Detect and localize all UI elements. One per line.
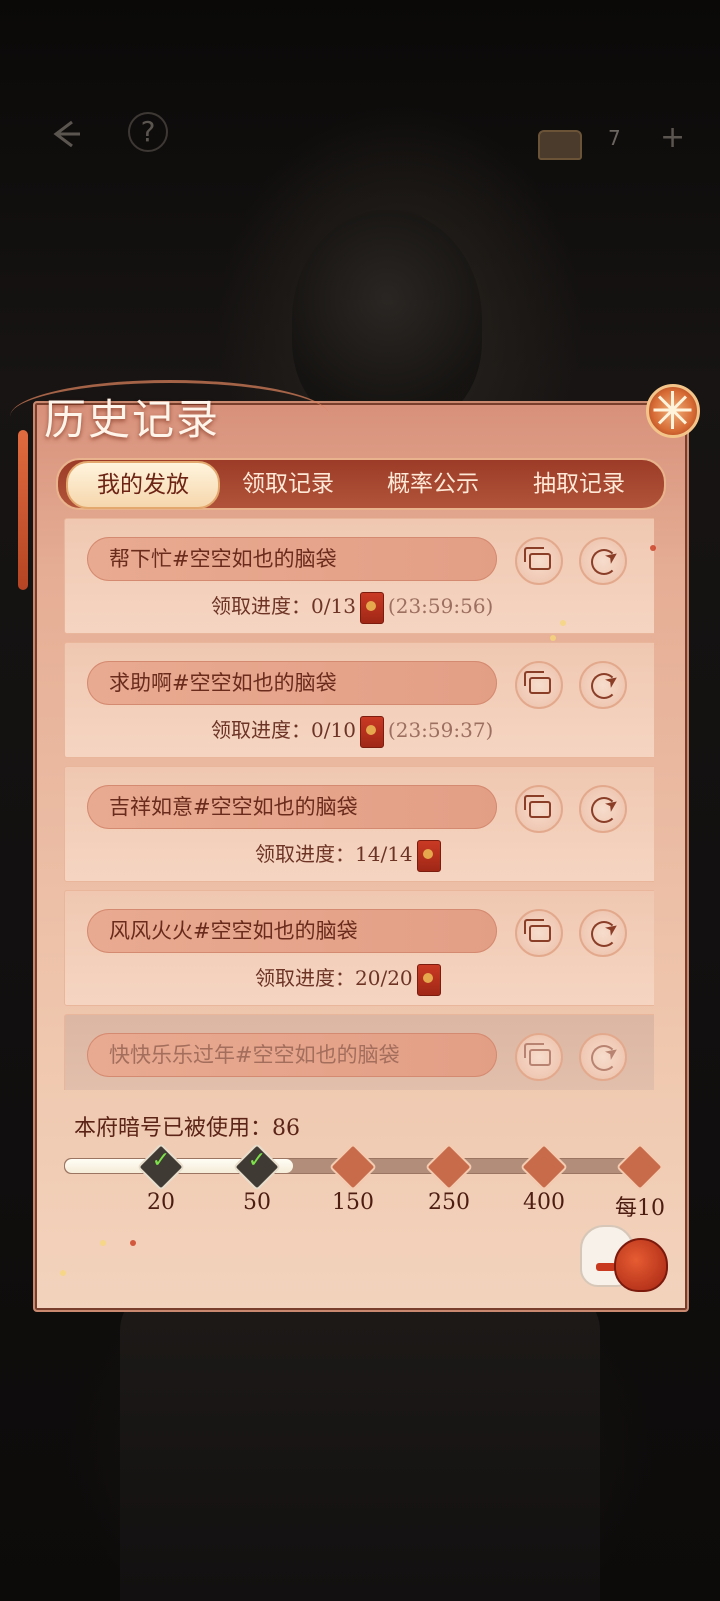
panel-title: 历史记录 xyxy=(44,395,221,444)
red-packet-icon xyxy=(359,715,384,748)
character-silhouette xyxy=(292,210,482,430)
milestone-label: 每10 xyxy=(615,1196,665,1221)
petal-decoration xyxy=(130,1240,136,1246)
petal-decoration xyxy=(650,545,656,551)
record-list[interactable]: 帮下忙#空空如也的脑袋 ➤ 领取进度：0/13 (23:59:56) 求助啊#空空… xyxy=(64,518,654,1090)
copy-button[interactable] xyxy=(515,785,563,833)
add-currency-button[interactable]: + xyxy=(660,120,685,155)
tab-my-distribution[interactable]: 我的发放 xyxy=(66,461,220,509)
copy-icon xyxy=(524,919,551,942)
claim-progress: 领取进度：0/10 (23:59:37) xyxy=(211,713,493,748)
share-button[interactable]: ➤ xyxy=(579,661,627,709)
copy-icon xyxy=(524,795,551,818)
back-arrow-icon[interactable] xyxy=(44,112,88,156)
red-packet-icon xyxy=(416,963,441,996)
share-button[interactable]: ➤ xyxy=(579,909,627,957)
copy-icon xyxy=(524,671,551,694)
check-icon: ✓ xyxy=(151,1148,171,1173)
sparkle-decoration xyxy=(550,635,556,641)
sparkle-decoration xyxy=(60,1270,66,1276)
top-bar: ? 7 + xyxy=(0,100,720,170)
tab-draw-records[interactable]: 抽取记录 xyxy=(504,460,654,508)
milestone-label: 50 xyxy=(243,1190,271,1215)
share-button[interactable]: ➤ xyxy=(579,537,627,585)
record-title: 求助啊#空空如也的脑袋 xyxy=(87,661,497,705)
money-bag-icon xyxy=(614,1238,668,1292)
record-item: 吉祥如意#空空如也的脑袋 ➤ 领取进度：14/14 xyxy=(64,766,654,882)
ribbon-tail-decoration xyxy=(18,430,28,590)
currency-count: 7 xyxy=(608,126,621,150)
character-robe xyxy=(120,1290,600,1601)
tab-bar: 我的发放 领取记录 概率公示 抽取记录 xyxy=(56,458,666,510)
tab-claim-records[interactable]: 领取记录 xyxy=(218,460,358,508)
claim-progress: 领取进度：14/14 xyxy=(255,837,445,872)
copy-icon xyxy=(524,1043,551,1066)
record-item: 快快乐乐过年#空空如也的脑袋 ➤ xyxy=(64,1014,654,1090)
record-title: 风风火火#空空如也的脑袋 xyxy=(87,909,497,953)
record-title: 吉祥如意#空空如也的脑袋 xyxy=(87,785,497,829)
sparkle-decoration xyxy=(100,1240,106,1246)
fan-close-icon[interactable] xyxy=(646,384,700,438)
copy-icon xyxy=(524,547,551,570)
copy-button[interactable] xyxy=(515,1033,563,1081)
treasure-chest-icon xyxy=(538,130,582,160)
record-item: 求助啊#空空如也的脑袋 ➤ 领取进度：0/10 (23:59:37) xyxy=(64,642,654,758)
red-packet-icon xyxy=(416,839,441,872)
share-button[interactable]: ➤ xyxy=(579,785,627,833)
record-title: 帮下忙#空空如也的脑袋 xyxy=(87,537,497,581)
milestone-label: 400 xyxy=(523,1190,565,1215)
copy-button[interactable] xyxy=(515,537,563,585)
sparkle-decoration xyxy=(560,620,566,626)
record-item: 风风火火#空空如也的脑袋 ➤ 领取进度：20/20 xyxy=(64,890,654,1006)
help-button[interactable]: ? xyxy=(128,112,168,152)
milestone-label: 250 xyxy=(428,1190,470,1215)
red-packet-icon xyxy=(359,591,384,624)
share-button[interactable]: ➤ xyxy=(579,1033,627,1081)
tab-probability[interactable]: 概率公示 xyxy=(358,460,508,508)
claim-progress: 领取进度：0/13 (23:59:56) xyxy=(211,589,493,624)
milestone-label: 20 xyxy=(147,1190,175,1215)
check-icon: ✓ xyxy=(247,1148,267,1173)
copy-button[interactable] xyxy=(515,909,563,957)
milestone-label: 150 xyxy=(332,1190,374,1215)
record-item: 帮下忙#空空如也的脑袋 ➤ 领取进度：0/13 (23:59:56) xyxy=(64,518,654,634)
record-title: 快快乐乐过年#空空如也的脑袋 xyxy=(87,1033,497,1077)
usage-count-label: 本府暗号已被使用：86 xyxy=(74,1116,300,1141)
copy-button[interactable] xyxy=(515,661,563,709)
claim-progress: 领取进度：20/20 xyxy=(255,961,445,996)
